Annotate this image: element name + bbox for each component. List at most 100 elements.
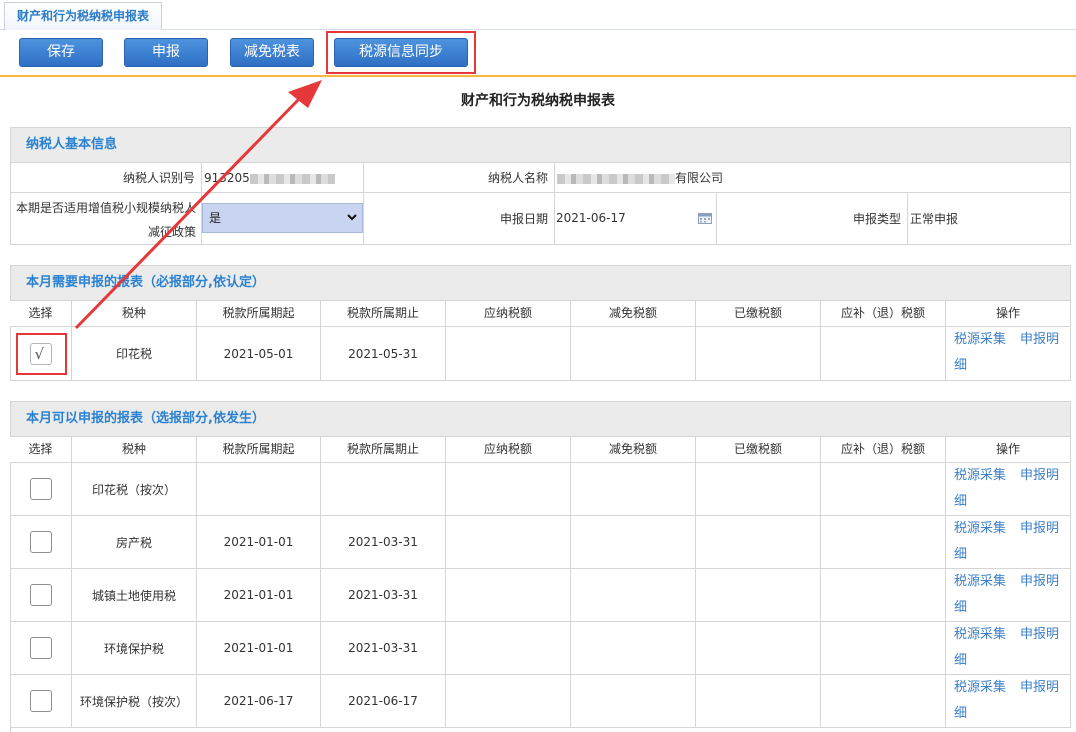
tax-payable-cell xyxy=(446,516,571,569)
declare-type-label: 申报类型 xyxy=(717,193,908,245)
period-end-cell: 2021-05-31 xyxy=(321,327,446,381)
period-end-cell: 2021-03-31 xyxy=(321,516,446,569)
period-end-cell: 2021-03-31 xyxy=(321,622,446,675)
operations-cell: 税源采集 申报明细 xyxy=(946,463,1071,516)
tax-type-cell: 城镇土地使用税 xyxy=(72,569,197,622)
tax-balance-cell xyxy=(821,327,946,381)
tax-relief-cell xyxy=(571,463,696,516)
tax-balance-cell xyxy=(821,463,946,516)
tax-relief-form-button[interactable]: 减免税表 xyxy=(230,38,314,67)
column-header-tax-type: 税种 xyxy=(72,301,197,327)
tax-balance-cell xyxy=(821,622,946,675)
taxpayer-name-value: 有限公司 xyxy=(555,163,1071,193)
tax-source-collect-link[interactable]: 税源采集 xyxy=(954,627,1006,642)
select-cell xyxy=(10,516,72,569)
period-start-cell: 2021-01-01 xyxy=(197,569,321,622)
declare-button[interactable]: 申报 xyxy=(124,38,208,67)
period-start-cell: 2021-05-01 xyxy=(197,327,321,381)
policy-select[interactable]: 是 xyxy=(202,203,363,233)
operations-cell: 税源采集 申报明细 xyxy=(946,327,1071,381)
column-header-period-start: 税款所属期起 xyxy=(197,437,321,463)
tax-paid-cell xyxy=(696,463,821,516)
period-end-cell: 2021-06-17 xyxy=(321,675,446,728)
tax-source-collect-link[interactable]: 税源采集 xyxy=(954,680,1006,695)
tax-type-cell: 印花税 xyxy=(72,327,197,381)
redacted-id xyxy=(249,173,335,184)
operations-cell: 税源采集 申报明细 xyxy=(946,516,1071,569)
tax-payable-cell xyxy=(446,675,571,728)
tax-source-collect-link[interactable]: 税源采集 xyxy=(954,574,1006,589)
declare-date-label: 申报日期 xyxy=(364,193,555,245)
taxpayer-id-value: 913205 xyxy=(202,163,364,193)
tax-source-collect-link[interactable]: 税源采集 xyxy=(954,521,1006,536)
column-header-tax-balance: 应补（退）税额 xyxy=(821,437,946,463)
column-header-tax-relief: 减免税额 xyxy=(571,301,696,327)
select-cell xyxy=(10,675,72,728)
row-checkbox[interactable] xyxy=(29,478,52,500)
highlight-box-checkbox xyxy=(16,333,67,375)
column-header-tax-paid: 已缴税额 xyxy=(696,301,821,327)
period-start-cell: 2021-01-01 xyxy=(197,622,321,675)
small-scale-policy-label: 本期是否适用增值税小规模纳税人减征政策 xyxy=(10,193,202,245)
operations-cell: 税源采集 申报明细 xyxy=(946,675,1071,728)
tax-relief-cell xyxy=(571,516,696,569)
column-header-tax-balance: 应补（退）税额 xyxy=(821,301,946,327)
select-cell xyxy=(10,622,72,675)
calendar-icon[interactable] xyxy=(698,212,712,224)
taxpayer-name-label: 纳税人名称 xyxy=(364,163,555,193)
tax-type-cell: 环境保护税 xyxy=(72,622,197,675)
select-cell xyxy=(10,463,72,516)
select-cell xyxy=(10,569,72,622)
period-start-cell: 2021-06-17 xyxy=(197,675,321,728)
chevron-down-icon xyxy=(347,214,357,221)
column-header-period-end: 税款所属期止 xyxy=(321,301,446,327)
period-end-cell xyxy=(321,463,446,516)
policy-select-value: 是 xyxy=(209,211,222,225)
column-header-operations: 操作 xyxy=(946,437,1071,463)
period-start-cell xyxy=(197,463,321,516)
tax-balance-cell xyxy=(821,569,946,622)
save-button[interactable]: 保存 xyxy=(19,38,103,67)
tax-paid-cell xyxy=(696,675,821,728)
tax-paid-cell xyxy=(696,516,821,569)
column-header-tax-type: 税种 xyxy=(72,437,197,463)
row-checkbox[interactable] xyxy=(29,690,52,712)
required-section-header: 本月需要申报的报表（必报部分,依认定） xyxy=(10,265,1071,301)
declare-date-input[interactable]: 2021-06-17 xyxy=(555,204,716,232)
tax-relief-cell xyxy=(571,327,696,381)
tax-source-collect-link[interactable]: 税源采集 xyxy=(954,332,1006,347)
taxpayer-section-header: 纳税人基本信息 xyxy=(10,127,1071,163)
operations-cell: 税源采集 申报明细 xyxy=(946,622,1071,675)
tax-relief-cell xyxy=(571,675,696,728)
optional-section-header: 本月可以申报的报表（选报部分,依发生） xyxy=(10,401,1071,437)
column-header-operations: 操作 xyxy=(946,301,1071,327)
tax-type-cell: 印花税（按次） xyxy=(72,463,197,516)
tax-balance-cell xyxy=(821,675,946,728)
tax-source-collect-link[interactable]: 税源采集 xyxy=(954,468,1006,483)
tab-bar: 财产和行为税纳税申报表 xyxy=(0,0,1076,31)
row-checkbox[interactable] xyxy=(29,637,52,659)
redacted-name xyxy=(557,173,675,184)
tab-property-tax-form[interactable]: 财产和行为税纳税申报表 xyxy=(4,2,163,31)
operations-cell: 税源采集 申报明细 xyxy=(946,569,1071,622)
tax-payable-cell xyxy=(446,569,571,622)
row-checkbox[interactable] xyxy=(29,584,52,606)
column-header-tax-paid: 已缴税额 xyxy=(696,437,821,463)
column-header-tax-payable: 应纳税额 xyxy=(446,437,571,463)
tax-payable-cell xyxy=(446,622,571,675)
toolbar: 保存 申报 减免税表 税源信息同步 xyxy=(0,31,1076,77)
tax-relief-cell xyxy=(571,569,696,622)
tax-type-cell: 环境保护税（按次） xyxy=(72,675,197,728)
tax-relief-cell xyxy=(571,622,696,675)
declare-date-cell: 2021-06-17 xyxy=(555,193,717,245)
column-header-select: 选择 xyxy=(10,437,72,463)
declare-type-value: 正常申报 xyxy=(908,193,1071,245)
period-end-cell: 2021-03-31 xyxy=(321,569,446,622)
tax-payable-cell xyxy=(446,327,571,381)
taxpayer-name-suffix: 有限公司 xyxy=(675,171,724,185)
column-header-tax-payable: 应纳税额 xyxy=(446,301,571,327)
column-header-tax-relief: 减免税额 xyxy=(571,437,696,463)
period-start-cell: 2021-01-01 xyxy=(197,516,321,569)
column-header-period-start: 税款所属期起 xyxy=(197,301,321,327)
row-checkbox[interactable] xyxy=(29,531,52,553)
